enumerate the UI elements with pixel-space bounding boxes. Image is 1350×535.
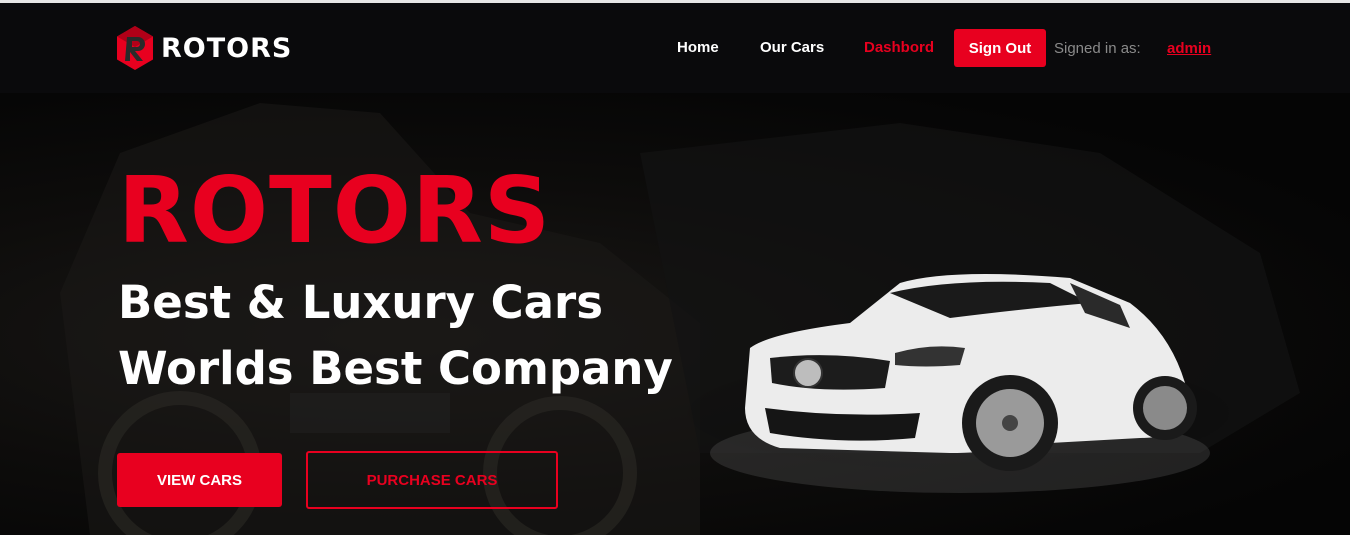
signed-in-label: Signed in as: xyxy=(1054,40,1141,57)
username-link[interactable]: admin xyxy=(1167,40,1211,57)
hero-section: ROTORS Best & Luxury Cars Worlds Best Co… xyxy=(0,93,1350,535)
logo-text: ROTORS xyxy=(161,32,293,64)
hero-brand-title: ROTORS xyxy=(118,157,552,264)
view-cars-button[interactable]: VIEW CARS xyxy=(117,453,282,507)
nav-dashboard-link[interactable]: Dashbord xyxy=(864,39,934,56)
white-sports-car-image xyxy=(710,274,1210,493)
navbar: ROTORS Home Our Cars Dashbord Sign Out S… xyxy=(0,3,1350,93)
hero-tagline-1: Best & Luxury Cars xyxy=(118,276,604,329)
nav-our-cars-link[interactable]: Our Cars xyxy=(760,39,824,56)
logo-hexagon-icon xyxy=(117,26,153,70)
hero-tagline-2: Worlds Best Company xyxy=(118,342,673,395)
purchase-cars-button[interactable]: PURCHASE CARS xyxy=(306,451,558,509)
sign-out-button[interactable]: Sign Out xyxy=(954,29,1046,67)
brand-logo[interactable]: ROTORS xyxy=(115,22,292,74)
nav-home-link[interactable]: Home xyxy=(677,39,719,56)
